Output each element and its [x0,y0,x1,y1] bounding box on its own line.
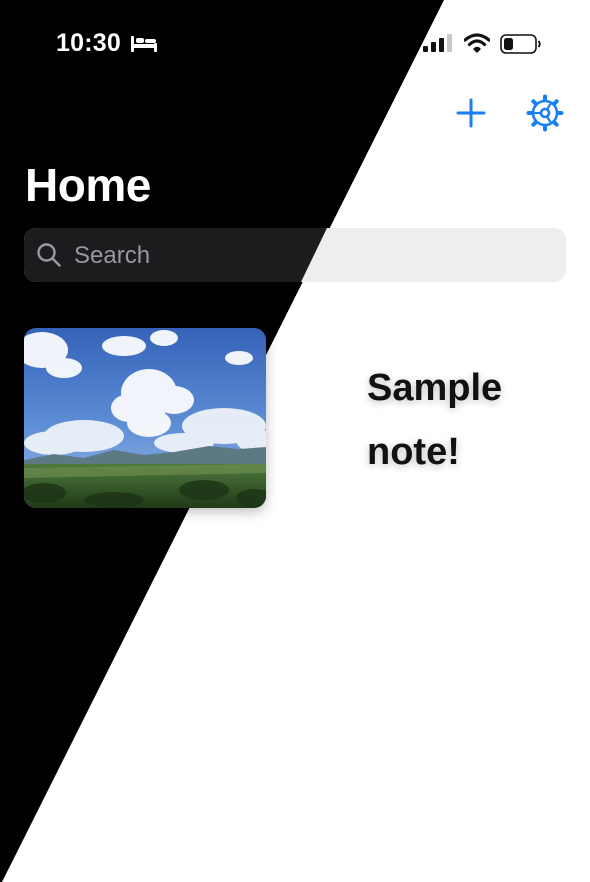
search-icon [37,243,61,267]
settings-button[interactable] [525,93,565,133]
wifi-icon [464,33,490,53]
status-time: 10:30 [56,29,121,57]
gear-icon [526,94,564,132]
add-note-button[interactable] [451,93,491,133]
page-title: Home [25,159,151,211]
note-title[interactable]: Sample note! [367,356,567,484]
search-input[interactable] [72,228,556,282]
cellular-signal-icon [423,34,452,52]
battery-icon [500,34,541,54]
search-bar[interactable] [24,228,566,282]
landscape-photo-image [24,328,266,508]
status-bar: 10:30 [0,0,590,90]
bed-icon [131,36,157,52]
note-thumbnail[interactable] [24,328,266,508]
plus-icon [456,98,486,128]
